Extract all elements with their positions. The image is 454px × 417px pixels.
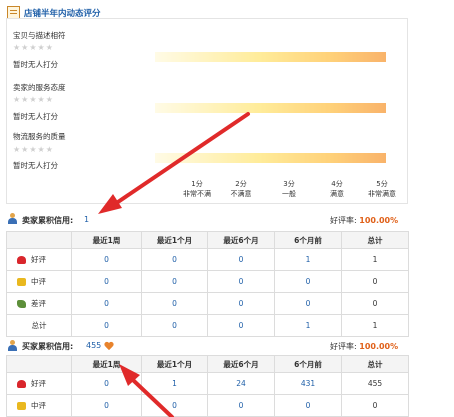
neutral-review-icon — [17, 278, 26, 286]
table-row: 好评 0 0 0 1 1 — [6, 248, 409, 271]
rating-label-logistics: 物流服务的质量 — [13, 132, 66, 141]
good-review-icon — [17, 256, 26, 264]
seller-credit-label: 卖家累积信用: — [22, 216, 74, 225]
table-cell[interactable]: 1 — [274, 314, 342, 337]
table-cell: 1 — [341, 248, 409, 271]
negative-review-icon — [17, 300, 26, 308]
table-cell[interactable]: 0 — [207, 292, 275, 315]
column-header: 总计 — [341, 231, 409, 249]
table-row: 差评 0 0 0 0 0 — [6, 292, 409, 315]
buyer-credit-table: 最近1周 最近1个月 最近6个月 6个月前 总计 好评 0 1 24 431 4… — [6, 355, 409, 417]
column-header: 6个月前 — [274, 231, 342, 249]
seller-positive-rate: 好评率: 100.00% — [330, 216, 399, 225]
table-cell: 0 — [341, 292, 409, 315]
table-cell: 0 — [341, 394, 409, 417]
table-cell[interactable]: 0 — [207, 270, 275, 293]
table-row: 好评 0 1 24 431 455 — [6, 372, 409, 395]
column-header: 最近6个月 — [207, 355, 275, 373]
table-cell: 0 — [341, 270, 409, 293]
table-cell[interactable]: 0 — [274, 394, 342, 417]
table-cell[interactable]: 0 — [141, 292, 208, 315]
table-cell[interactable]: 1 — [274, 248, 342, 271]
buyer-credit-label: 买家累积信用: — [22, 342, 74, 351]
rating-bar-description — [155, 52, 386, 62]
buyer-user-icon — [7, 340, 18, 351]
rating-bar-service — [155, 103, 386, 113]
table-cell[interactable]: 0 — [71, 372, 142, 395]
rating-status-logistics: 暂时无人打分 — [13, 161, 58, 170]
rating-bar-logistics — [155, 153, 386, 163]
seller-credit-table: 最近1周 最近1个月 最近6个月 6个月前 总计 好评 0 0 0 1 1 中评… — [6, 231, 409, 337]
buyer-credit-value[interactable]: 455 — [86, 341, 101, 350]
column-header: 最近6个月 — [207, 231, 275, 249]
rating-status-service: 暂时无人打分 — [13, 112, 58, 121]
table-cell[interactable]: 431 — [274, 372, 342, 395]
buyer-positive-rate: 好评率: 100.00% — [330, 342, 399, 351]
table-cell[interactable]: 0 — [141, 270, 208, 293]
column-header — [6, 355, 72, 373]
buyer-level-heart-icon — [104, 342, 114, 350]
seller-user-icon — [7, 213, 18, 224]
scale-mark-5: 5分 非常满意 — [368, 180, 396, 198]
table-cell[interactable]: 0 — [141, 248, 208, 271]
table-cell[interactable]: 0 — [207, 314, 275, 337]
seller-credit-value[interactable]: 1 — [84, 215, 89, 224]
stars-description: ★★★★★ — [13, 43, 54, 52]
scale-mark-1: 1分 非常不满 — [183, 180, 211, 198]
table-header-row: 最近1周 最近1个月 最近6个月 6个月前 总计 — [6, 355, 409, 373]
scale-mark-4: 4分 满意 — [330, 180, 344, 198]
rating-label-service: 卖家的服务态度 — [13, 83, 66, 92]
column-header — [6, 231, 72, 249]
rating-label-description: 宝贝与描述相符 — [13, 31, 66, 40]
table-cell[interactable]: 0 — [274, 292, 342, 315]
column-header: 总计 — [341, 355, 409, 373]
table-cell[interactable]: 0 — [71, 248, 142, 271]
table-cell[interactable]: 0 — [274, 270, 342, 293]
table-cell[interactable]: 0 — [71, 314, 142, 337]
table-cell[interactable]: 1 — [141, 372, 208, 395]
table-cell[interactable]: 0 — [71, 394, 142, 417]
neutral-review-icon — [17, 402, 26, 410]
column-header: 最近1个月 — [141, 355, 208, 373]
table-cell[interactable]: 0 — [207, 394, 275, 417]
table-row: 中评 0 0 0 0 0 — [6, 394, 409, 417]
scale-mark-2: 2分 不满意 — [230, 180, 252, 198]
rating-status-description: 暂时无人打分 — [13, 60, 58, 69]
column-header: 最近1周 — [71, 231, 142, 249]
table-cell: 455 — [341, 372, 409, 395]
table-cell: 1 — [341, 314, 409, 337]
table-cell[interactable]: 0 — [141, 394, 208, 417]
table-cell[interactable]: 0 — [71, 270, 142, 293]
column-header: 最近1周 — [71, 355, 142, 373]
table-row: 总计 0 0 0 1 1 — [6, 314, 409, 337]
scale-mark-3: 3分 一般 — [282, 180, 296, 198]
stars-service: ★★★★★ — [13, 95, 54, 104]
table-cell[interactable]: 0 — [71, 292, 142, 315]
table-cell[interactable]: 24 — [207, 372, 275, 395]
table-row: 中评 0 0 0 0 0 — [6, 270, 409, 293]
table-header-row: 最近1周 最近1个月 最近6个月 6个月前 总计 — [6, 231, 409, 249]
column-header: 6个月前 — [274, 355, 342, 373]
stars-logistics: ★★★★★ — [13, 145, 54, 154]
table-cell[interactable]: 0 — [207, 248, 275, 271]
column-header: 最近1个月 — [141, 231, 208, 249]
good-review-icon — [17, 380, 26, 388]
table-cell[interactable]: 0 — [141, 314, 208, 337]
